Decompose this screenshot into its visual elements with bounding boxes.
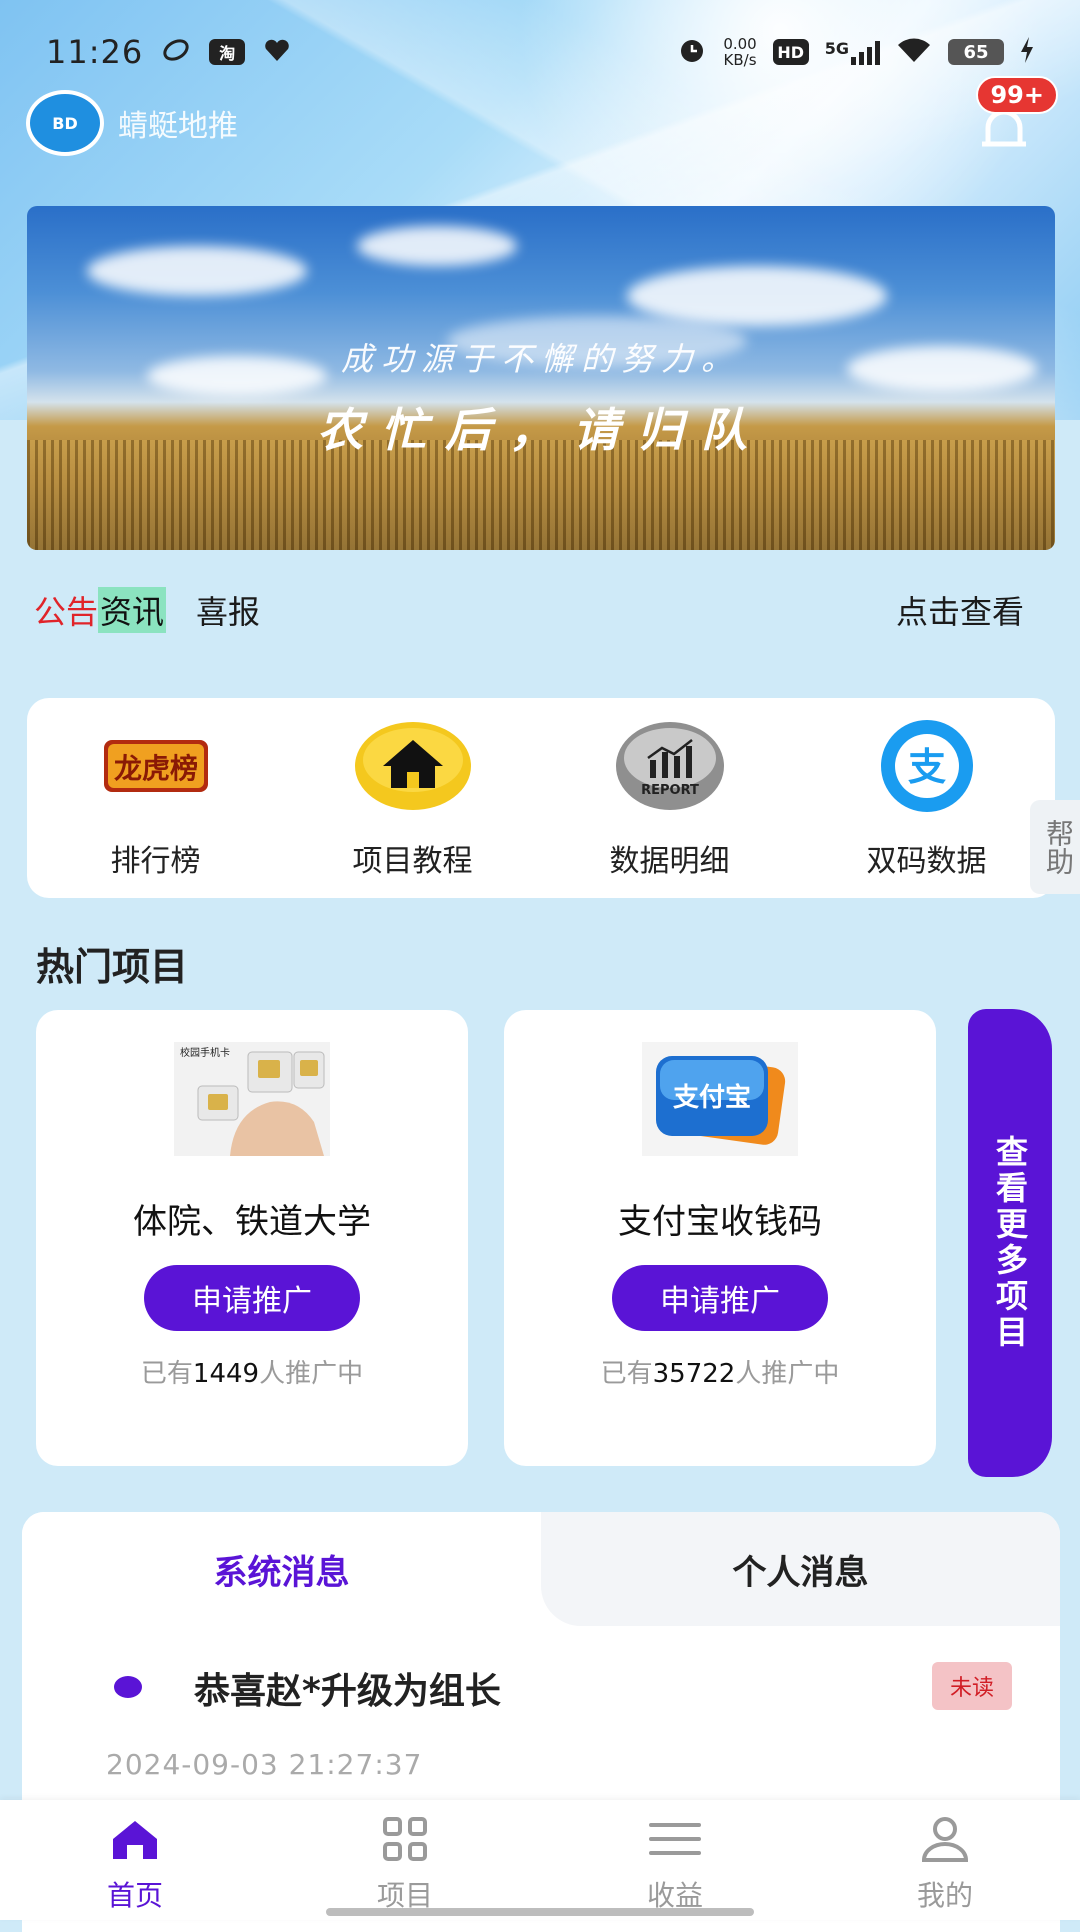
alarm-icon: [677, 35, 707, 70]
quick-item-tutorial[interactable]: 项目教程: [284, 698, 541, 898]
quick-label-ranking: 排行榜: [110, 844, 201, 879]
network-type: 5G: [824, 39, 849, 58]
tab-system-messages[interactable]: 系统消息: [22, 1512, 541, 1626]
nav-label-mine: 我的: [916, 1879, 973, 1912]
unread-badge: 未读: [931, 1662, 1012, 1710]
heart-icon: [263, 33, 291, 71]
net-speed-value: 0.00: [723, 35, 757, 53]
hd-icon: HD: [772, 39, 809, 65]
alipay-icon: 支: [867, 718, 987, 814]
view-more-projects-button[interactable]: 查看更多项目: [968, 1009, 1052, 1477]
banner-headline: 农忙后，请归队: [317, 403, 765, 457]
sim-card-image: 校园手机卡: [174, 1042, 330, 1156]
project-name: 支付宝收钱码: [618, 1202, 822, 1242]
quick-label-tutorial: 项目教程: [352, 844, 473, 879]
svg-text:支: 支: [907, 745, 945, 789]
wifi-icon: [896, 36, 932, 69]
net-speed-unit: KB/s: [723, 51, 757, 69]
home-icon: [353, 718, 473, 814]
taobao-icon: 淘: [209, 39, 246, 65]
clouds-icon: [161, 33, 191, 71]
menu-lines-icon: [647, 1814, 703, 1864]
notification-badge: 99+: [976, 76, 1058, 114]
unread-dot-icon: [114, 1676, 142, 1698]
quick-menu: 龙虎榜 排行榜 项目教程 REPORT 数据明细 支 双码数据: [27, 698, 1055, 898]
message-title: 恭喜赵*升级为组长: [194, 1671, 501, 1712]
quick-item-dual-code[interactable]: 支 双码数据: [798, 698, 1055, 898]
nav-item-earnings[interactable]: 收益: [540, 1800, 810, 1920]
grid-icon: [377, 1814, 433, 1864]
battery-icon: 65: [948, 39, 1004, 65]
quick-item-data-detail[interactable]: REPORT 数据明细: [541, 698, 798, 898]
message-tabs: 系统消息 个人消息: [22, 1512, 1060, 1626]
app-logo-text: BD: [52, 113, 78, 133]
status-bar: 11:26 淘 0.00 KB/s HD 5G 65: [0, 24, 1080, 80]
net-speed: 0.00 KB/s: [723, 36, 756, 68]
app-logo: BD: [26, 90, 104, 156]
apply-promote-button[interactable]: 申请推广: [144, 1265, 360, 1331]
notice-title: 喜报: [196, 593, 261, 631]
tab-personal-messages[interactable]: 个人消息: [541, 1512, 1060, 1626]
promoter-count: 已有35722人推广中: [600, 1359, 840, 1389]
hot-projects-title: 热门项目: [36, 945, 189, 989]
nav-item-projects[interactable]: 项目: [270, 1800, 540, 1920]
report-chart-icon: REPORT: [610, 718, 730, 814]
bottom-nav: 首页 项目 收益 我的: [0, 1800, 1080, 1920]
cellular-signal-icon: 5G: [825, 39, 880, 65]
quick-item-ranking[interactable]: 龙虎榜 排行榜: [27, 698, 284, 898]
app-bar: BD 蜻蜓地推: [26, 88, 238, 158]
svg-text:龙虎榜: 龙虎榜: [113, 752, 197, 785]
alipay-logo-image: 支付宝: [642, 1042, 798, 1156]
apply-promote-button[interactable]: 申请推广: [612, 1265, 828, 1331]
quick-label-dual-code: 双码数据: [866, 844, 987, 879]
home-icon: [107, 1814, 163, 1864]
svg-text:支付宝: 支付宝: [673, 1082, 751, 1113]
project-card[interactable]: 支付宝 支付宝收钱码 申请推广 已有35722人推广中: [504, 1010, 936, 1466]
nav-item-home[interactable]: 首页: [0, 1800, 270, 1920]
banner-slogan: 成功源于不懈的努力。: [340, 340, 741, 378]
help-tab[interactable]: 帮助: [1030, 800, 1080, 894]
notice-tag-news: 资讯: [98, 587, 167, 633]
app-name: 蜻蜓地推: [118, 109, 238, 144]
project-name: 体院、铁道大学: [133, 1202, 371, 1242]
svg-text:REPORT: REPORT: [641, 783, 699, 798]
banner-carousel[interactable]: 成功源于不懈的努力。 农忙后，请归队: [27, 206, 1055, 550]
nav-label-home: 首页: [106, 1879, 163, 1912]
promoter-count: 已有1449人推广中: [140, 1359, 364, 1389]
home-indicator[interactable]: [326, 1908, 754, 1916]
svg-text:校园手机卡: 校园手机卡: [180, 1046, 230, 1059]
ranking-badge-icon: 龙虎榜: [96, 718, 216, 814]
message-time: 2024-09-03 21:27:37: [106, 1748, 423, 1781]
quick-label-data-detail: 数据明细: [609, 844, 730, 879]
notice-bar[interactable]: 公告 资讯 喜报 点击查看: [34, 585, 1046, 635]
status-time: 11:26: [46, 33, 144, 71]
user-icon: [917, 1814, 973, 1864]
charging-icon: [1020, 36, 1034, 68]
notice-tag-announcement: 公告: [34, 593, 99, 631]
nav-item-mine[interactable]: 我的: [810, 1800, 1080, 1920]
notice-more-link[interactable]: 点击查看: [896, 587, 1024, 633]
project-card[interactable]: 校园手机卡 体院、铁道大学 申请推广 已有1449人推广中: [36, 1010, 468, 1466]
message-item[interactable]: 恭喜赵*升级为组长 未读 2024-09-03 21:27:37: [22, 1626, 1060, 1826]
status-left: 11:26 淘: [46, 33, 291, 71]
status-right: 0.00 KB/s HD 5G 65: [677, 35, 1034, 70]
